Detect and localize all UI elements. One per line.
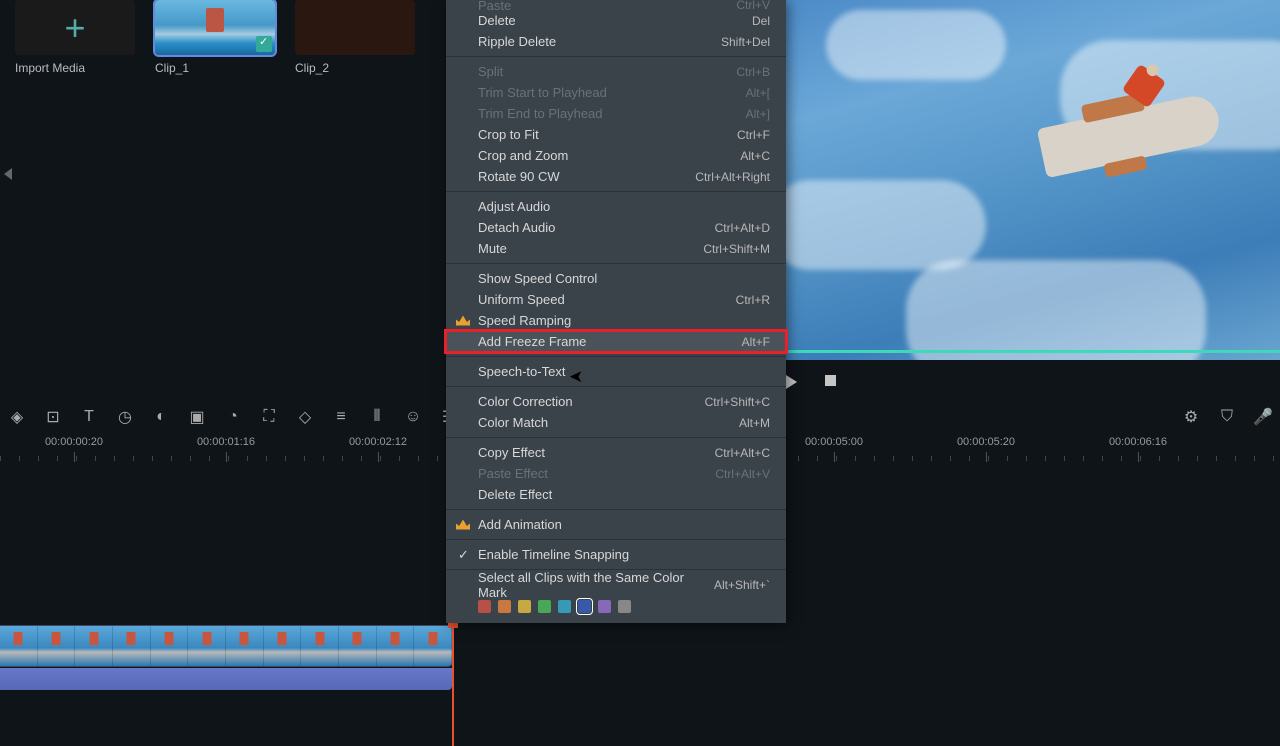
- check-icon: ✓: [458, 547, 469, 563]
- menu-ripple-delete[interactable]: Ripple DeleteShift+Del: [446, 31, 786, 52]
- ruler-tick: 00:00:00:20: [45, 436, 103, 448]
- color-swatch[interactable]: [478, 600, 491, 613]
- menu-rotate[interactable]: Rotate 90 CWCtrl+Alt+Right: [446, 166, 786, 187]
- color-swatch[interactable]: [598, 600, 611, 613]
- menu-crop-fit[interactable]: Crop to FitCtrl+F: [446, 124, 786, 145]
- menu-crop-zoom[interactable]: Crop and ZoomAlt+C: [446, 145, 786, 166]
- menu-uniform-speed[interactable]: Uniform SpeedCtrl+R: [446, 289, 786, 310]
- clock-icon[interactable]: ◔: [224, 408, 242, 426]
- menu-copy-effect[interactable]: Copy EffectCtrl+Alt+C: [446, 442, 786, 463]
- ruler-tick: 00:00:01:16: [197, 436, 255, 448]
- menu-paste: PasteCtrl+V: [446, 0, 786, 10]
- tag-icon[interactable]: ◈: [8, 408, 26, 426]
- media-label: Clip_2: [295, 61, 415, 75]
- menu-delete-effect[interactable]: Delete Effect: [446, 484, 786, 505]
- mic-icon[interactable]: 🎤: [1254, 408, 1272, 426]
- menu-show-speed[interactable]: Show Speed Control: [446, 268, 786, 289]
- menu-speech-to-text[interactable]: Speech-to-Text: [446, 361, 786, 382]
- menu-adjust-audio[interactable]: Adjust Audio: [446, 196, 786, 217]
- menu-color-match[interactable]: Color MatchAlt+M: [446, 412, 786, 433]
- playhead[interactable]: [452, 626, 454, 746]
- stop-button[interactable]: [825, 375, 836, 386]
- expand-icon[interactable]: ⛶: [260, 408, 278, 426]
- media-bin: + Import Media Clip_1 Clip_2 Pap: [0, 0, 446, 395]
- transport-controls: [786, 375, 836, 393]
- menu-add-animation[interactable]: Add Animation: [446, 514, 786, 535]
- ruler-tick: 00:00:05:00: [805, 436, 863, 448]
- menu-mute[interactable]: MuteCtrl+Shift+M: [446, 238, 786, 259]
- check-icon: [256, 36, 272, 52]
- color-swatch[interactable]: [538, 600, 551, 613]
- color-swatch[interactable]: [578, 600, 591, 613]
- menu-delete[interactable]: DeleteDel: [446, 10, 786, 31]
- import-label: Import Media: [15, 61, 135, 75]
- crown-icon: [456, 316, 470, 326]
- media-item-clip1[interactable]: Clip_1: [155, 0, 275, 75]
- menu-paste-effect: Paste EffectCtrl+Alt+V: [446, 463, 786, 484]
- crown-icon: [456, 520, 470, 530]
- play-button[interactable]: [786, 375, 797, 389]
- shield-icon[interactable]: ⛉: [1218, 408, 1236, 426]
- collapse-left-icon[interactable]: [4, 168, 12, 180]
- audio-clip[interactable]: [0, 668, 452, 690]
- text-icon[interactable]: T: [80, 408, 98, 426]
- menu-speed-ramping[interactable]: Speed Ramping: [446, 310, 786, 331]
- color-icon[interactable]: ◐: [152, 408, 170, 426]
- speed-icon[interactable]: ◷: [116, 408, 134, 426]
- menu-add-freeze-frame[interactable]: Add Freeze FrameAlt+F: [446, 331, 786, 352]
- color-swatch[interactable]: [498, 600, 511, 613]
- menu-color-correction[interactable]: Color CorrectionCtrl+Shift+C: [446, 391, 786, 412]
- import-media-tile[interactable]: + Import Media: [15, 0, 135, 75]
- color-swatch[interactable]: [558, 600, 571, 613]
- menu-select-color-mark[interactable]: Select all Clips with the Same Color Mar…: [446, 574, 786, 595]
- keyframe-icon[interactable]: ◇: [296, 408, 314, 426]
- menu-trim-start: Trim Start to PlayheadAlt+[: [446, 82, 786, 103]
- ruler-tick: 00:00:05:20: [957, 436, 1015, 448]
- screen-icon[interactable]: ▣: [188, 408, 206, 426]
- ruler-tick: 00:00:06:16: [1109, 436, 1167, 448]
- media-label: Clip_1: [155, 61, 275, 75]
- video-clip[interactable]: [0, 626, 452, 666]
- ruler-tick: 00:00:02:12: [349, 436, 407, 448]
- gear-icon[interactable]: ⚙: [1182, 408, 1200, 426]
- menu-detach-audio[interactable]: Detach AudioCtrl+Alt+D: [446, 217, 786, 238]
- menu-trim-end: Trim End to PlayheadAlt+]: [446, 103, 786, 124]
- color-swatch[interactable]: [618, 600, 631, 613]
- menu-split: SplitCtrl+B: [446, 61, 786, 82]
- user-icon[interactable]: ☺: [404, 408, 422, 426]
- plus-icon: +: [64, 7, 85, 49]
- menu-timeline-snapping[interactable]: ✓Enable Timeline Snapping: [446, 544, 786, 565]
- mixer-icon[interactable]: ≡: [332, 408, 350, 426]
- color-swatch[interactable]: [518, 600, 531, 613]
- media-item-clip2[interactable]: Clip_2: [295, 0, 415, 75]
- crop-icon[interactable]: ⊡: [44, 408, 62, 426]
- equalizer-icon[interactable]: ⫴: [368, 408, 386, 426]
- preview-monitor: [786, 0, 1280, 360]
- clip-context-menu: PasteCtrl+V DeleteDel Ripple DeleteShift…: [446, 0, 786, 623]
- preview-progress[interactable]: [786, 350, 1280, 353]
